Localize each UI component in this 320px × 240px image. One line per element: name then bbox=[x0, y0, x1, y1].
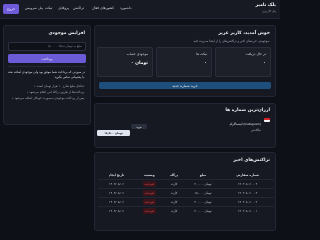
wallet-note: در صورتی که پرداخت شما موفق بود ولی موجو… bbox=[7, 70, 85, 74]
stat-label: موجودی حساب bbox=[126, 52, 148, 56]
logout-button[interactable]: خروج bbox=[3, 4, 19, 14]
gateway-cell: کارت bbox=[163, 205, 185, 215]
order-cell: ۱۴۰۳۰۸۰۶۰۰۰۳ bbox=[221, 187, 274, 197]
date-cell: ۱۴۰۳/۰۸/۰۶ bbox=[98, 205, 135, 215]
table-header-row: تاریخ ایجاد وضعیت درگاه مبلغ شماره سفارش bbox=[98, 171, 274, 179]
order-cell: ۱۴۰۳۰۸۰۶۰۰۰۱ bbox=[221, 205, 274, 215]
brand: بلک نامبر پنل کاربری bbox=[255, 3, 276, 13]
gateway-cell: کارت bbox=[163, 196, 185, 206]
stat-label: تیکت ها bbox=[196, 52, 207, 56]
amount-input[interactable]: مبلغ به تومان (مثلا: ۵۰۰۰۰) bbox=[8, 42, 86, 51]
column-header: تاریخ ایجاد bbox=[108, 172, 125, 177]
table-row: ۱۴۰۳/۰۸/۰۶ لغو شده کارت ۲۰,۰۰۰ تومان ۱۴۰… bbox=[98, 205, 274, 215]
transactions-title: تراکنش‌های اخیر bbox=[233, 158, 270, 163]
wallet-note: با پشتیبانی تماس بگیرید. bbox=[54, 75, 85, 79]
order-cell: ۱۴۰۳۰۸۰۶۰۰۰۴ bbox=[221, 178, 274, 188]
buy-number-button[interactable]: خرید bbox=[131, 124, 147, 129]
welcome-card: خوش آمدید، کاربر عزیز موجودی، خریدهای اخ… bbox=[94, 25, 276, 97]
order-cell: ۱۴۰۳۰۸۰۶۰۰۰۲ bbox=[221, 196, 274, 206]
amount-cell: ۲۰,۰۰۰ تومان bbox=[184, 178, 222, 188]
cheapest-numbers-card: ارزان‌ترین شماره ها اینستاگرام (Instagra… bbox=[94, 103, 276, 148]
nav-panel-service[interactable]: پنل سرویس bbox=[25, 6, 43, 10]
wallet-title: افزایش موجودی bbox=[48, 31, 85, 36]
date-cell: ۱۴۰۳/۰۸/۰۶ bbox=[98, 187, 135, 197]
country-name: بنگلادش bbox=[250, 128, 261, 132]
stat-card-balance: موجودی حساب ۰ تومان bbox=[97, 47, 153, 77]
stat-card-pending: در حال دریافت ۰ bbox=[215, 47, 271, 77]
wallet-note: • پس از پرداخت موجودی به‌صورت خودکار اضا… bbox=[11, 96, 85, 100]
column-header: مبلغ bbox=[199, 172, 207, 177]
cheapest-title: ارزان‌ترین شماره ها bbox=[225, 108, 270, 113]
wallet-note: • حداقل مبلغ شارژ ۱۰ هزار تومان است. bbox=[34, 84, 85, 88]
amount-cell: ۲۰,۰۰۰ تومان bbox=[184, 205, 222, 215]
status-badge: لغو شده bbox=[142, 189, 156, 196]
table-row: ۱۴۰۳/۰۸/۰۶ لغو شده کارت ۱۵,۰۰۰ تومان ۱۴۰… bbox=[98, 187, 274, 197]
date-cell: ۱۴۰۳/۰۸/۰۶ bbox=[98, 178, 135, 188]
table-row: ۱۴۰۳/۰۸/۰۶ لغو شده کارت ۲۰,۰۰۰ تومان ۱۴۰… bbox=[98, 178, 274, 188]
divider bbox=[8, 66, 86, 67]
stat-value: ۰ bbox=[204, 61, 207, 66]
recent-transactions-card: تراکنش‌های اخیر تاریخ ایجاد وضعیت درگاه … bbox=[94, 152, 276, 231]
amount-cell: ۲۰,۰۰۰ تومان bbox=[184, 196, 222, 206]
pay-button[interactable]: پرداخت bbox=[8, 54, 86, 63]
stat-value: ۰ تومان bbox=[130, 61, 148, 66]
status-badge: لغو شده bbox=[142, 180, 156, 187]
stat-card-tickets: تیکت ها ۰ bbox=[156, 47, 212, 77]
buy-new-number-button[interactable]: خرید شماره جدید bbox=[99, 82, 271, 89]
column-header: وضعیت bbox=[143, 172, 155, 177]
nav-ticket[interactable]: تیکت bbox=[45, 6, 52, 10]
price-badge: ۱۸,۵۰۰ تومان bbox=[97, 130, 130, 136]
service-name: اینستاگرام (Instagram) bbox=[229, 122, 261, 126]
gateway-cell: کارت bbox=[163, 187, 185, 197]
welcome-subtitle: موجودی، خریدهای اخیر و تراکنش‌های را از … bbox=[193, 39, 270, 43]
wallet-card: افزایش موجودی مبلغ به تومان (مثلا: ۵۰۰۰۰… bbox=[3, 25, 91, 125]
nav-profile[interactable]: پروفایل bbox=[58, 6, 69, 10]
nav-transactions[interactable]: تراکنش bbox=[73, 6, 84, 10]
status-badge: لغو شده bbox=[142, 198, 156, 205]
column-header: درگاه bbox=[170, 172, 179, 177]
brand-name: بلک نامبر bbox=[255, 3, 276, 8]
status-badge: لغو شده bbox=[142, 207, 156, 214]
nav-dashboard[interactable]: داشبورد bbox=[120, 6, 132, 10]
transactions-table: تاریخ ایجاد وضعیت درگاه مبلغ شماره سفارش… bbox=[98, 171, 274, 215]
wallet-note: • پرداخت‌ها از طریق درگاه امن انجام می‌ش… bbox=[26, 90, 85, 94]
date-cell: ۱۴۰۳/۰۸/۰۶ bbox=[98, 196, 135, 206]
top-navbar: خروج پنل سرویس تیکت پروفایل تراکنش کشوره… bbox=[0, 0, 280, 19]
stat-label: در حال دریافت bbox=[245, 52, 266, 56]
stat-value: ۰ bbox=[263, 61, 266, 66]
brand-subtitle: پنل کاربری bbox=[262, 9, 276, 13]
column-header: شماره سفارش bbox=[236, 172, 259, 177]
nav-active-countries[interactable]: کشورهای فعال bbox=[92, 6, 114, 10]
amount-cell: ۱۵,۰۰۰ تومان bbox=[184, 187, 222, 197]
table-row: ۱۴۰۳/۰۸/۰۶ لغو شده کارت ۲۰,۰۰۰ تومان ۱۴۰… bbox=[98, 196, 274, 206]
flag-icon bbox=[264, 118, 270, 122]
gateway-cell: کارت bbox=[163, 178, 185, 188]
welcome-title: خوش آمدید، کاربر عزیز bbox=[218, 31, 270, 36]
